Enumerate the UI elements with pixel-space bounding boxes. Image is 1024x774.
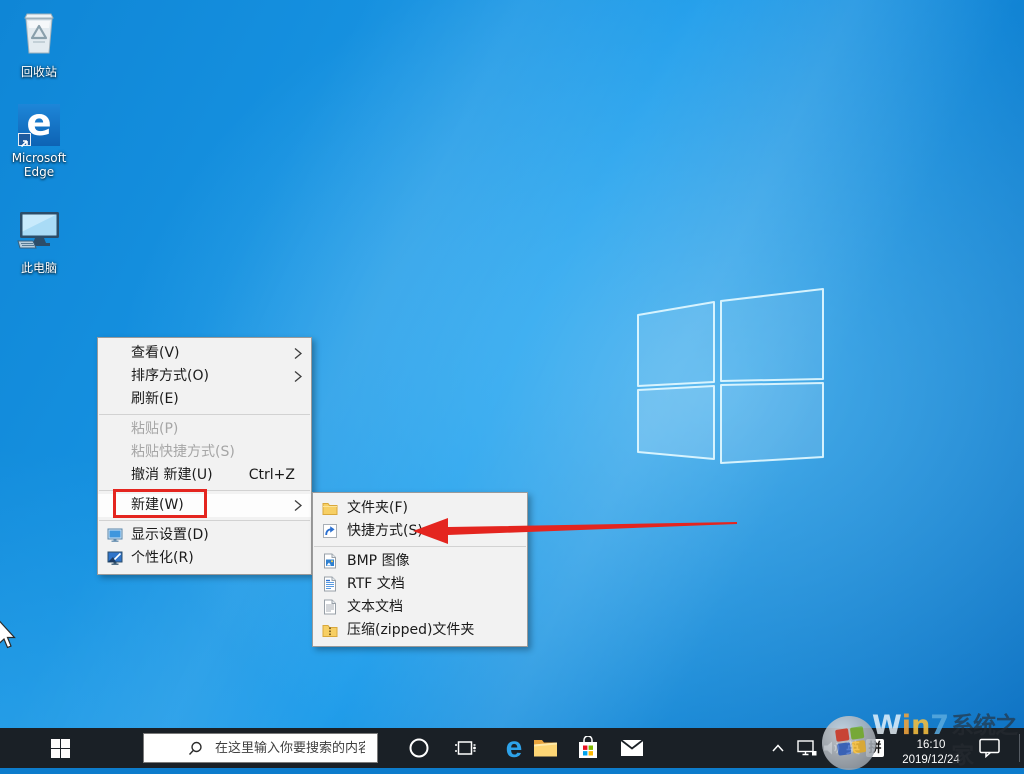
menu-item-label: 查看(V): [131, 345, 180, 361]
menu-item-label: 显示设置(D): [131, 527, 209, 543]
menu-item-undo-new[interactable]: 撤消 新建(U) Ctrl+Z: [98, 464, 311, 487]
windows-logo-wallpaper: [630, 282, 830, 472]
cortana-button[interactable]: [399, 728, 439, 768]
menu-separator: [99, 520, 310, 521]
text-document-icon: [322, 599, 338, 615]
edge-browser-icon: e: [506, 729, 523, 767]
menu-item-label: 刷新(E): [131, 391, 179, 407]
search-icon: [188, 741, 203, 756]
bmp-image-icon: [322, 553, 338, 569]
mail-button[interactable]: [612, 728, 652, 768]
personalization-icon: [107, 550, 123, 566]
submenu-item-label: BMP 图像: [347, 553, 410, 569]
menu-item-label: 个性化(R): [131, 550, 194, 566]
this-pc-icon: [16, 208, 62, 252]
action-center-icon: [979, 738, 1001, 758]
menu-item-label: 撤消 新建(U): [131, 467, 213, 483]
file-explorer-icon: [533, 738, 558, 758]
submenu-item-label: 文本文档: [347, 599, 403, 615]
chevron-up-icon: [772, 744, 784, 752]
submenu-item-rtf-document[interactable]: RTF 文档: [313, 573, 527, 596]
folder-icon: [322, 500, 338, 516]
submenu-item-zipped-folder[interactable]: 压缩(zipped)文件夹: [313, 619, 527, 642]
menu-item-view[interactable]: 查看(V): [98, 342, 311, 365]
display-settings-icon: [107, 527, 123, 543]
task-view-icon: [454, 739, 478, 757]
action-center-button[interactable]: [976, 728, 1004, 768]
volume-tray-button[interactable]: [820, 728, 844, 768]
desktop-icon-this-pc[interactable]: 此电脑: [0, 208, 78, 275]
mouse-cursor: [0, 619, 21, 651]
shortcut-icon: [322, 523, 338, 539]
tray-hidden-icons-button[interactable]: [768, 728, 788, 768]
desktop-icon-microsoft-edge[interactable]: e Microsoft Edge: [0, 104, 78, 179]
clock-time: 16:10: [895, 738, 967, 753]
menu-item-display-settings[interactable]: 显示设置(D): [98, 524, 311, 547]
taskbar-clock[interactable]: 16:10 2019/12/24: [895, 733, 967, 773]
ime-pinyin-icon: 拼: [866, 739, 884, 757]
chevron-right-icon: [294, 499, 302, 512]
annotation-red-box: [113, 489, 207, 518]
desktop-icon-recycle-bin[interactable]: 回收站: [0, 8, 78, 79]
search-input[interactable]: [213, 740, 367, 757]
recycle-bin-icon: [19, 8, 59, 56]
clock-date: 2019/12/24: [895, 753, 967, 768]
submenu-item-label: 压缩(zipped)文件夹: [347, 622, 474, 638]
submenu-item-label: RTF 文档: [347, 576, 405, 592]
start-button[interactable]: [36, 728, 84, 768]
menu-item-sort-by[interactable]: 排序方式(O): [98, 365, 311, 388]
desktop-screen: 回收站 e Microsoft Edge 此电脑 查看(V): [0, 0, 1024, 768]
ime-mode-indicator[interactable]: 拼: [866, 728, 884, 768]
show-desktop-divider[interactable]: [1019, 734, 1020, 762]
rtf-document-icon: [322, 576, 338, 592]
chevron-right-icon: [294, 347, 302, 360]
zipped-folder-icon: [322, 622, 338, 638]
taskbar-search-box[interactable]: [143, 733, 378, 763]
edge-icon: e: [18, 104, 60, 146]
submenu-item-text-document[interactable]: 文本文档: [313, 596, 527, 619]
mail-icon: [620, 739, 644, 757]
desktop-context-menu: 查看(V) 排序方式(O) 刷新(E) 粘贴(P) 粘贴快捷方式(S) 撤消 新…: [97, 337, 312, 575]
network-tray-button[interactable]: [794, 728, 820, 768]
microsoft-store-icon: [577, 736, 599, 760]
menu-separator: [99, 414, 310, 415]
ime-language-indicator[interactable]: 英: [842, 728, 864, 768]
menu-item-label: 粘贴(P): [131, 421, 178, 437]
menu-item-paste: 粘贴(P): [98, 418, 311, 441]
file-explorer-button[interactable]: [525, 728, 565, 768]
submenu-item-label: 文件夹(F): [347, 500, 408, 516]
menu-item-label: 排序方式(O): [131, 368, 209, 384]
chevron-right-icon: [294, 370, 302, 383]
menu-item-label: 粘贴快捷方式(S): [131, 444, 235, 460]
menu-item-shortcut: Ctrl+Z: [249, 464, 295, 487]
network-icon: [797, 740, 817, 757]
desktop-icon-label: 回收站: [0, 65, 78, 79]
cortana-icon: [408, 737, 430, 759]
taskbar: e: [0, 728, 1024, 768]
windows-start-icon: [51, 739, 70, 758]
desktop-icon-label: 此电脑: [0, 261, 78, 275]
task-view-button[interactable]: [446, 728, 486, 768]
menu-item-refresh[interactable]: 刷新(E): [98, 388, 311, 411]
desktop-icon-label: Microsoft Edge: [0, 151, 78, 179]
annotation-red-arrow: [400, 505, 745, 550]
submenu-item-bmp-image[interactable]: BMP 图像: [313, 550, 527, 573]
menu-item-personalize[interactable]: 个性化(R): [98, 547, 311, 570]
microsoft-store-button[interactable]: [568, 728, 608, 768]
shortcut-arrow-overlay-icon: [18, 133, 31, 146]
volume-icon: [823, 740, 842, 756]
menu-item-paste-shortcut: 粘贴快捷方式(S): [98, 441, 311, 464]
